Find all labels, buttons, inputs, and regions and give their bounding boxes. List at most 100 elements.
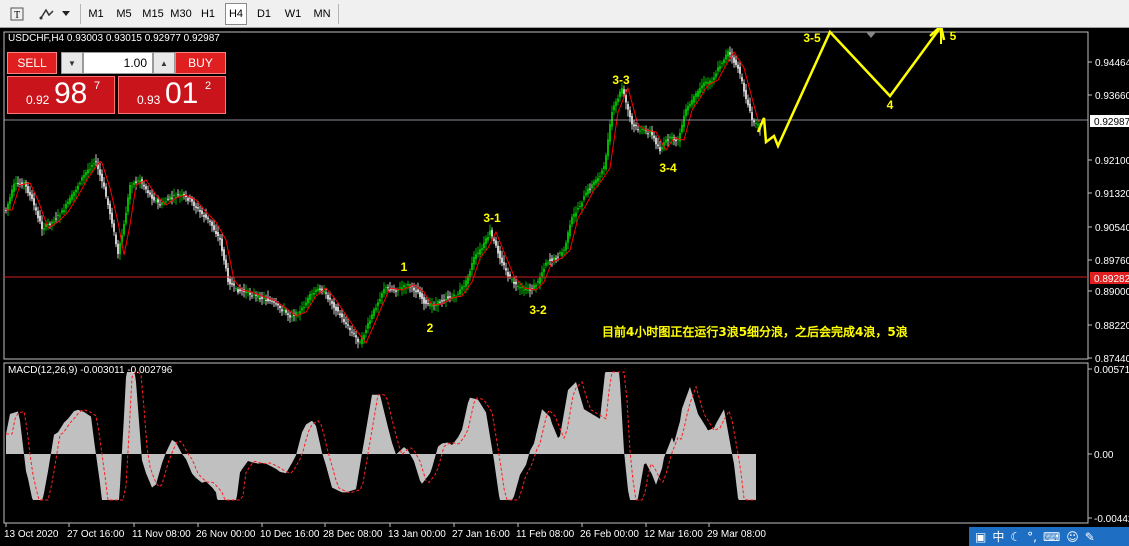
candle-body — [565, 242, 567, 251]
quantity-input[interactable]: 1.00 — [83, 52, 153, 74]
candlestick — [15, 176, 17, 191]
candlestick — [167, 194, 169, 202]
timeframe-m1-button[interactable]: M1 — [84, 3, 108, 25]
candle-body — [503, 262, 505, 266]
candle-body — [43, 228, 45, 230]
candle-body — [601, 170, 603, 174]
candle-body — [743, 82, 745, 92]
shift-marker-icon — [866, 32, 876, 38]
candle-body — [143, 184, 145, 187]
candlestick — [79, 180, 81, 186]
candlestick — [29, 186, 31, 201]
candle-body — [341, 313, 343, 318]
chevron-down-icon[interactable] — [60, 3, 72, 25]
ime-toolbar: ▣ 中 ☾ °, ⌨ ☺ ✎ — [969, 527, 1129, 546]
candle-body — [401, 287, 403, 290]
candle-body — [69, 197, 71, 204]
quantity-increase-button[interactable]: ▲ — [153, 52, 175, 74]
candle-body — [359, 341, 361, 343]
candle-body — [563, 249, 565, 251]
candlestick — [705, 77, 707, 86]
price-axis-label: 0.89282 — [1094, 274, 1129, 285]
candle-body — [109, 203, 111, 215]
candlestick — [355, 330, 357, 345]
candlestick — [665, 135, 667, 146]
candle-body — [757, 124, 759, 126]
candle-body — [201, 210, 203, 214]
timeframe-h4-button[interactable]: H4 — [225, 3, 247, 25]
candlestick — [385, 284, 387, 295]
candle-body — [545, 262, 547, 266]
candle-body — [395, 290, 397, 292]
input-mode-indicator[interactable]: 中 — [992, 528, 1004, 545]
candlestick — [153, 192, 155, 203]
candlestick — [669, 133, 671, 144]
candlestick — [67, 198, 69, 208]
candle-body — [657, 144, 659, 147]
candlestick — [279, 303, 281, 314]
candlestick — [671, 132, 673, 145]
keyboard-icon[interactable]: ⌨ — [1043, 530, 1060, 544]
candle-body — [507, 271, 509, 278]
candle-body — [475, 253, 477, 259]
candle-body — [497, 245, 499, 254]
candlestick — [399, 281, 401, 291]
candle-body — [147, 190, 149, 193]
candle-body — [747, 99, 749, 106]
candle-body — [17, 183, 19, 185]
candlestick — [265, 294, 267, 306]
candle-body — [269, 299, 271, 302]
user-icon[interactable]: ☺ — [1066, 530, 1079, 544]
candle-body — [637, 129, 639, 131]
candle-body — [101, 173, 103, 182]
price-axis-label: 0.89000 — [1095, 287, 1129, 298]
punctuation-icon[interactable]: °, — [1027, 530, 1037, 544]
candlestick — [619, 88, 621, 102]
time-axis-label: 12 Mar 16:00 — [644, 529, 703, 540]
candle-body — [421, 293, 423, 299]
text-tool-icon[interactable]: T — [6, 3, 28, 25]
moon-icon[interactable]: ☾ — [1010, 530, 1021, 544]
candlestick — [549, 253, 551, 265]
quantity-decrease-button[interactable]: ▼ — [61, 52, 83, 74]
sell-button[interactable]: SELL — [7, 52, 57, 74]
candlestick — [565, 240, 567, 255]
candle-body — [263, 297, 265, 299]
timeframe-mn-button[interactable]: MN — [309, 3, 335, 25]
candle-body — [219, 237, 221, 240]
timeframe-m5-button[interactable]: M5 — [112, 3, 136, 25]
candlestick — [573, 207, 575, 224]
ime-icon[interactable]: ▣ — [975, 530, 986, 544]
timeframe-h1-button[interactable]: H1 — [197, 3, 219, 25]
candle-body — [485, 238, 487, 244]
candle-body — [299, 311, 301, 314]
candle-body — [287, 313, 289, 316]
buy-button[interactable]: BUY — [175, 52, 226, 74]
wrench-icon[interactable]: ✎ — [1085, 530, 1095, 544]
shapes-tool-icon[interactable] — [36, 3, 58, 25]
candle-body — [213, 225, 215, 231]
buy-price-display[interactable]: 0.93 01 2 — [118, 76, 226, 114]
chart-header: USDCHF,H4 0.93003 0.93015 0.92977 0.9298… — [8, 33, 220, 44]
candlestick — [95, 154, 97, 167]
candlestick — [125, 206, 127, 226]
candle-body — [481, 248, 483, 251]
candle-body — [499, 250, 501, 259]
candle-body — [585, 192, 587, 196]
timeframe-m30-button[interactable]: M30 — [168, 3, 194, 25]
candlestick — [591, 180, 593, 192]
timeframe-w1-button[interactable]: W1 — [281, 3, 305, 25]
timeframe-d1-button[interactable]: D1 — [252, 3, 276, 25]
candlestick — [155, 197, 157, 204]
candle-body — [301, 307, 303, 311]
timeframe-m15-button[interactable]: M15 — [140, 3, 166, 25]
candle-body — [727, 51, 729, 57]
candle-body — [447, 296, 449, 299]
candle-body — [151, 194, 153, 199]
candlestick — [571, 214, 573, 228]
candlestick — [409, 283, 411, 293]
candle-body — [285, 310, 287, 313]
time-axis-label: 11 Feb 08:00 — [516, 529, 575, 540]
time-axis-label: 29 Mar 08:00 — [707, 529, 766, 540]
sell-price-display[interactable]: 0.92 98 7 — [7, 76, 115, 114]
